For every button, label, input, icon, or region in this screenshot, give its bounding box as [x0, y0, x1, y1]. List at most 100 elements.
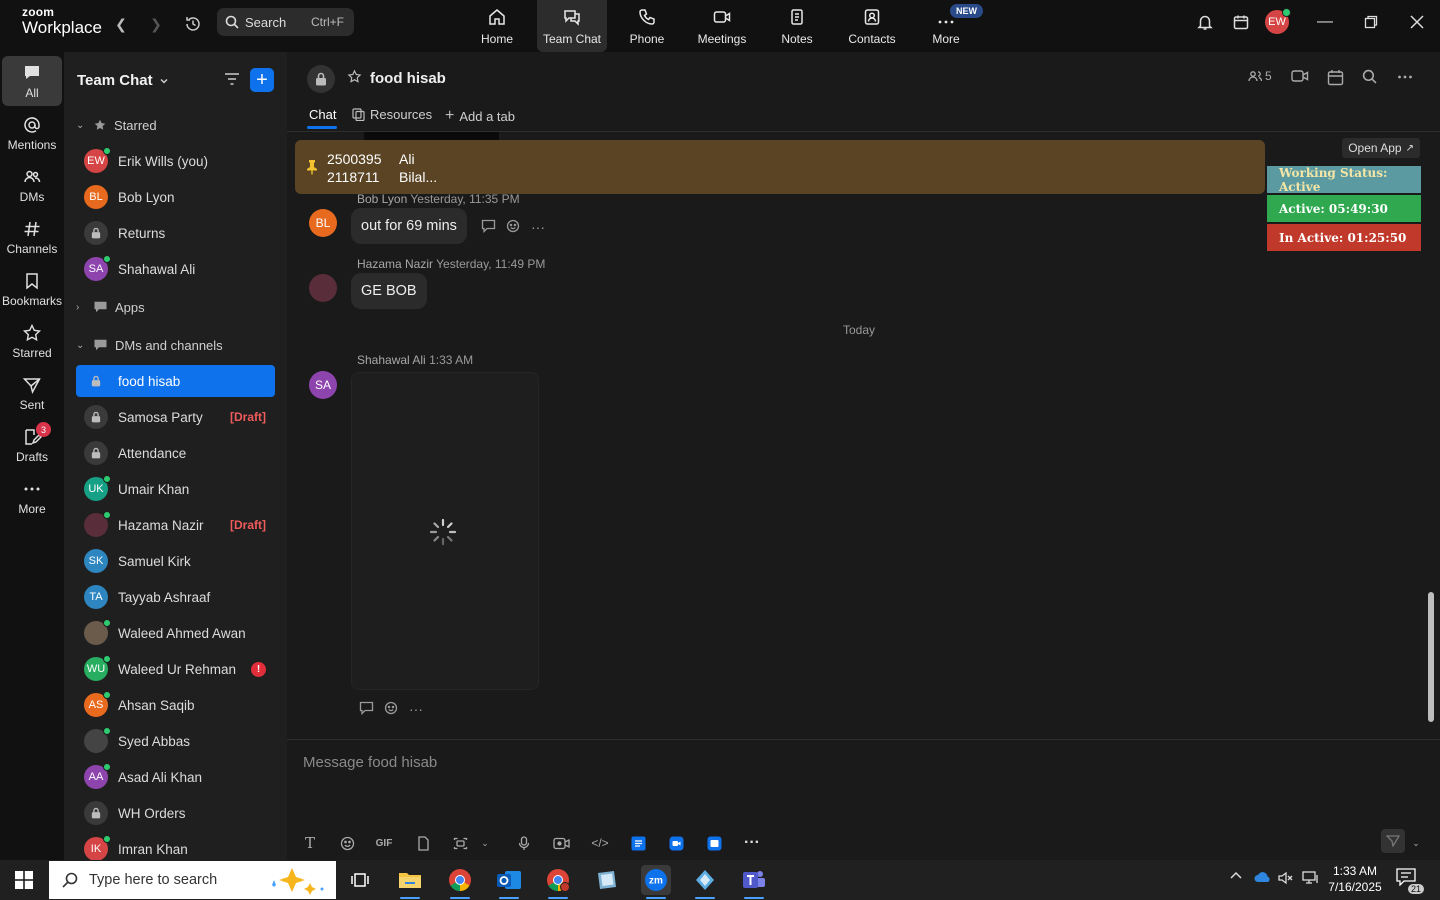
restore-icon[interactable]	[1356, 10, 1386, 34]
file-icon[interactable]	[412, 833, 434, 853]
nav-meetings[interactable]: Meetings	[692, 0, 752, 52]
nav-notes[interactable]: Notes	[775, 0, 819, 52]
calendar-icon[interactable]	[1327, 69, 1344, 86]
section-starred[interactable]: ⌄ Starred	[76, 114, 157, 136]
history-icon[interactable]	[183, 14, 203, 34]
windows-start-icon[interactable]	[8, 868, 40, 892]
emoji-icon[interactable]	[336, 833, 358, 853]
sidebar-item[interactable]: TA Tayyab Ashraaf	[76, 581, 275, 613]
search-input[interactable]: Search Ctrl+F	[217, 8, 354, 36]
outlook-icon[interactable]	[494, 865, 524, 899]
chrome-icon[interactable]	[445, 865, 475, 899]
rail-starred[interactable]: Starred	[2, 316, 62, 366]
chat-scrollbar[interactable]	[1428, 592, 1434, 722]
sidebar-item[interactable]: SK Samuel Kirk	[76, 545, 275, 577]
nav-team-chat[interactable]: Team Chat	[537, 0, 607, 52]
back-arrow-icon[interactable]: ❮	[111, 14, 131, 34]
tab-resources[interactable]: Resources	[352, 107, 432, 122]
rail-dms[interactable]: DMs	[2, 160, 62, 210]
sidebar-item[interactable]: Syed Abbas	[76, 725, 275, 757]
rail-bookmarks[interactable]: Bookmarks	[2, 264, 62, 314]
message-avatar[interactable]: BL	[309, 209, 337, 237]
sidebar-item[interactable]: Returns	[76, 217, 275, 249]
zoom-taskbar-icon[interactable]: zm	[641, 865, 671, 899]
whiteboard-app-icon[interactable]	[703, 833, 725, 853]
message-bubble[interactable]: GE BOB	[351, 273, 427, 309]
sidebar-item[interactable]: WH Orders	[76, 797, 275, 829]
code-snippet-icon[interactable]: </>	[589, 833, 611, 853]
network-icon[interactable]	[1302, 871, 1320, 885]
user-avatar[interactable]: EW	[1265, 8, 1291, 34]
sidebar-item[interactable]: EW Erik Wills (you)	[76, 145, 275, 177]
microphone-icon[interactable]	[513, 833, 535, 853]
app-diamond-icon[interactable]	[690, 865, 720, 899]
notification-center-icon[interactable]: 21	[1396, 868, 1424, 894]
rail-all[interactable]: All	[2, 56, 62, 106]
sidebar-item[interactable]: SA Shahawal Ali	[76, 253, 275, 285]
open-app-button[interactable]: Open App ↗	[1342, 138, 1420, 158]
file-explorer-icon[interactable]	[395, 865, 425, 899]
nav-phone[interactable]: Phone	[625, 0, 669, 52]
rail-more[interactable]: More	[2, 472, 62, 522]
sidebar-item[interactable]: AA Asad Ali Khan	[76, 761, 275, 793]
video-call-icon[interactable]	[1291, 69, 1309, 83]
sidebar-item[interactable]: AS Ahsan Saqib	[76, 689, 275, 721]
bell-icon[interactable]	[1194, 11, 1216, 33]
channel-name[interactable]: food hisab	[370, 70, 446, 87]
system-clock[interactable]: 1:33 AM 7/16/2025	[1322, 863, 1388, 895]
video-message-icon[interactable]	[550, 833, 572, 853]
message-bubble[interactable]: out for 69 mins	[351, 208, 467, 244]
volume-muted-icon[interactable]	[1278, 871, 1294, 885]
reply-icon[interactable]	[359, 701, 374, 718]
section-dms[interactable]: ⌄ DMs and channels	[76, 334, 223, 356]
text-format-icon[interactable]: T	[299, 833, 321, 853]
sidebar-title[interactable]: Team Chat	[77, 72, 169, 89]
forward-arrow-icon[interactable]: ❯	[146, 14, 166, 34]
teams-icon[interactable]	[739, 865, 769, 899]
sidebar-item[interactable]: Hazama Nazir [Draft]	[76, 509, 275, 541]
nav-home[interactable]: Home	[477, 0, 517, 52]
new-chat-button[interactable]: +	[250, 68, 274, 92]
reply-icon[interactable]	[481, 219, 496, 236]
sidebar-item[interactable]: Samosa Party [Draft]	[76, 401, 275, 433]
sidebar-item[interactable]: Attendance	[76, 437, 275, 469]
send-options-chevron-icon[interactable]: ⌄	[1405, 833, 1427, 853]
sidebar-item[interactable]: Waleed Ahmed Awan	[76, 617, 275, 649]
emoji-react-icon[interactable]	[506, 218, 521, 236]
star-icon[interactable]	[347, 69, 362, 89]
add-tab-button[interactable]: + Add a tab	[445, 107, 515, 125]
tray-chevron-up-icon[interactable]	[1230, 871, 1242, 879]
chrome-profile-icon[interactable]	[543, 865, 573, 899]
screenshot-icon[interactable]	[449, 833, 471, 853]
message-avatar[interactable]: SA	[309, 371, 337, 399]
sidebar-item[interactable]: IK Imran Khan	[76, 833, 275, 860]
pinned-message-banner[interactable]: 2500395 2118711 Ali Bilal...	[295, 140, 1265, 194]
more-options-icon[interactable]: ···	[409, 701, 423, 717]
calendar-widget-icon[interactable]	[1230, 11, 1252, 33]
rail-mentions[interactable]: Mentions	[2, 108, 62, 158]
taskbar-search-input[interactable]: Type here to search	[49, 861, 336, 899]
search-icon[interactable]	[1362, 69, 1377, 84]
gif-icon[interactable]: GIF	[373, 833, 395, 853]
chevron-down-icon[interactable]: ⌄	[474, 833, 496, 853]
sidebar-item[interactable]: food hisab	[76, 365, 275, 397]
tab-chat[interactable]: Chat	[309, 107, 336, 122]
sidebar-item[interactable]: BL Bob Lyon	[76, 181, 275, 213]
filter-icon[interactable]	[222, 69, 242, 89]
rail-drafts[interactable]: Drafts 3	[2, 420, 62, 470]
zoom-app-icon[interactable]	[665, 833, 687, 853]
sidebar-item[interactable]: WU Waleed Ur Rehman!	[76, 653, 275, 685]
nav-contacts[interactable]: Contacts	[843, 0, 901, 52]
nav-more[interactable]: More NEW	[920, 0, 983, 52]
sidebar-item[interactable]: UK Umair Khan	[76, 473, 275, 505]
message-input[interactable]	[303, 750, 1403, 774]
members-button[interactable]: 5	[1248, 69, 1272, 83]
close-icon[interactable]	[1402, 10, 1432, 34]
emoji-react-icon[interactable]	[384, 700, 399, 718]
rail-channels[interactable]: Channels	[2, 212, 62, 262]
rail-sent[interactable]: Sent	[2, 368, 62, 418]
onedrive-icon[interactable]	[1254, 871, 1272, 883]
channel-options-icon[interactable]	[1397, 69, 1413, 85]
notepad-app-icon[interactable]	[592, 865, 622, 895]
minimize-icon[interactable]: —	[1310, 10, 1340, 34]
